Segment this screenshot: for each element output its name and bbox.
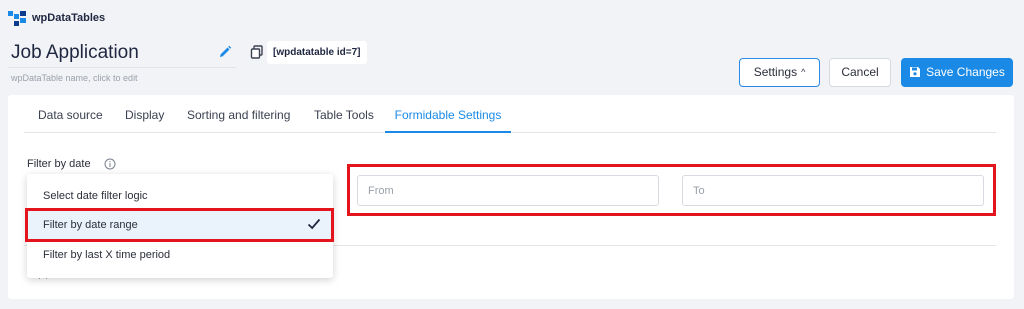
save-changes-button[interactable]: Save Changes <box>901 58 1013 87</box>
info-icon[interactable] <box>104 158 116 170</box>
filter-by-date-label: Filter by date <box>27 158 91 170</box>
settings-tabs: Data source Display Sorting and filterin… <box>24 95 996 133</box>
settings-button-label: Settings <box>753 65 798 79</box>
settings-button[interactable]: Settings ^ <box>739 58 820 87</box>
tab-data-source[interactable]: Data source <box>38 95 103 133</box>
chevron-up-icon: ^ <box>801 67 806 77</box>
highlight-box-option <box>25 208 334 242</box>
save-icon <box>910 67 921 77</box>
shortcode-display[interactable]: [wpdatatable id=7] <box>267 41 367 64</box>
date-to-input[interactable] <box>682 175 984 206</box>
brand-name: wpDataTables <box>32 12 106 24</box>
copy-icon[interactable] <box>250 45 264 59</box>
option-select-date-filter-logic[interactable]: Select date filter logic <box>27 181 333 211</box>
tab-display[interactable]: Display <box>125 95 164 133</box>
save-button-label: Save Changes <box>926 65 1005 79</box>
tab-table-tools[interactable]: Table Tools <box>314 95 374 133</box>
tab-sorting-and-filtering[interactable]: Sorting and filtering <box>187 95 290 133</box>
cancel-button[interactable]: Cancel <box>829 58 891 87</box>
wpdatatables-logo-icon <box>8 11 26 26</box>
pencil-icon[interactable] <box>217 44 233 60</box>
option-filter-by-last-x-time-period[interactable]: Filter by last X time period <box>27 240 333 270</box>
name-underline <box>8 67 236 68</box>
date-from-input[interactable] <box>357 175 659 206</box>
tab-formidable-settings[interactable]: Formidable Settings <box>385 95 511 133</box>
table-name-hint: wpDataTable name, click to edit <box>11 73 138 83</box>
table-name-input[interactable]: Job Application <box>11 42 139 64</box>
